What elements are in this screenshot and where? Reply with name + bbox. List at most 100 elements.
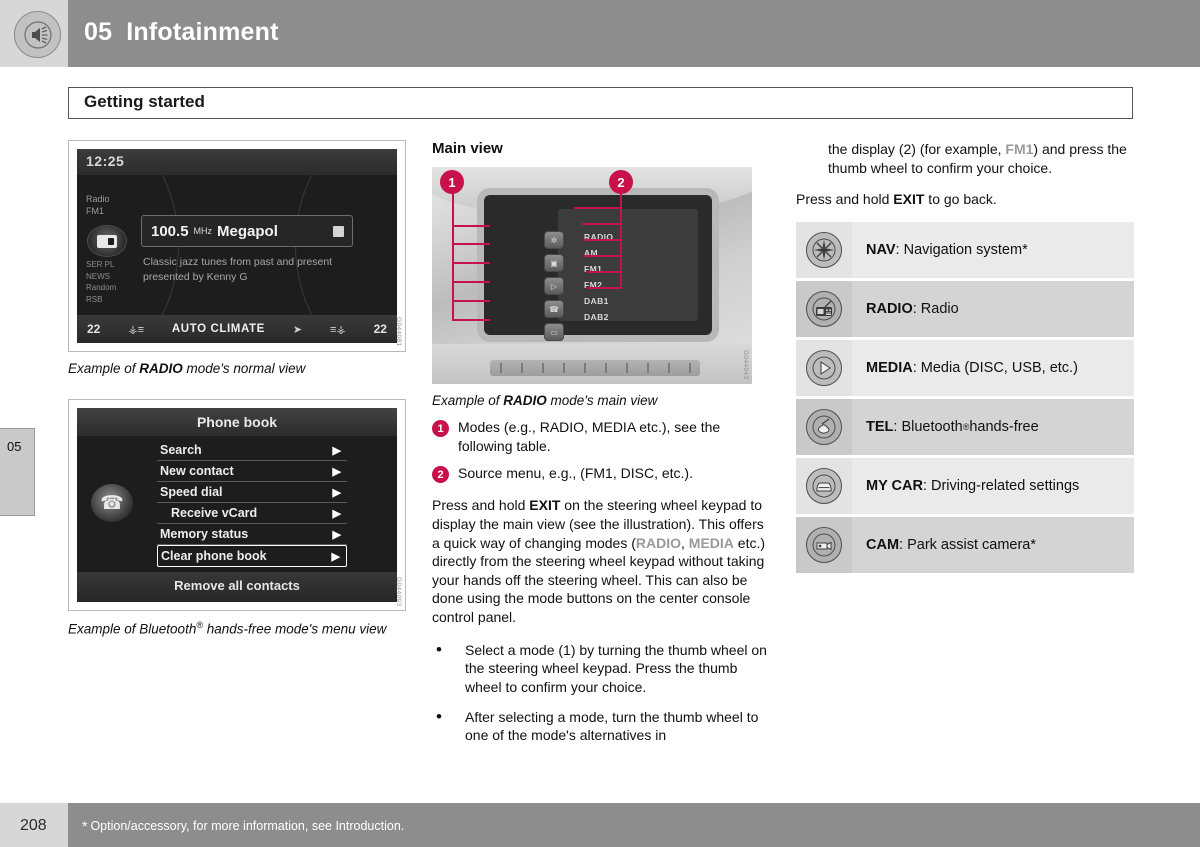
source-menu-item: DAB1 [584, 296, 609, 306]
table-cell-label: MY CAR: Driving-related settings [852, 457, 1134, 514]
park-camera-icon [806, 526, 842, 563]
leader-line [452, 243, 490, 245]
leader-line [452, 300, 490, 302]
figure-radio-normal-view: 12:25 Radio FM1 SER PL NEWS Random RSB 100.5… [68, 140, 406, 352]
figure-id-label: G044081 [395, 317, 402, 347]
table-cell-label: NAV: Navigation system* [852, 221, 1134, 278]
exit-keyword: EXIT [893, 191, 925, 208]
footer-note: * Option/accessory, for more information,… [82, 818, 404, 834]
mode-button-nav[interactable]: ✲ [544, 231, 564, 249]
climate-temp-right: 22 [373, 322, 387, 336]
figure-id-label: G044093 [395, 576, 402, 607]
list-item[interactable]: Memory status ▶ [157, 524, 347, 546]
station-unit: MHz [193, 226, 213, 236]
leader-line [587, 287, 622, 289]
mode-button-media[interactable]: ▷ [544, 277, 564, 295]
list-item[interactable]: Speed dial ▶ [157, 482, 347, 504]
table-cell-icon [796, 516, 852, 573]
list-item[interactable]: New contact ▶ [157, 461, 347, 483]
figure-id-label: G044043 [742, 350, 749, 380]
caption-post: mode's main view [546, 393, 658, 408]
chapter-number: 05 [84, 18, 113, 46]
table-cell-icon [796, 280, 852, 337]
mode-desc: : Media (DISC, USB, etc.) [912, 359, 1078, 376]
mode-desc: : Radio [912, 300, 959, 317]
source-menu-item: AM [584, 245, 613, 261]
numbered-item-text: Modes (e.g., RADIO, MEDIA etc.), see the… [458, 419, 721, 454]
table-row: MEDIA: Media (DISC, USB, etc.) [796, 339, 1134, 396]
chevron-right-icon: ▶ [332, 529, 341, 542]
table-cell-icon [796, 398, 852, 455]
bullet-item: After selecting a mode, turn the thumb w… [432, 705, 770, 745]
mode-button-radio[interactable]: ▣ [544, 254, 564, 272]
list-item-label: New contact [160, 464, 234, 479]
caption-pre: Example of Bluetooth [68, 621, 197, 637]
center-console-mock: ✲ ▣ ▷ ☎ ▭ ▤ RADIO AM FM1 FM2 DAB1 DAB2 [432, 167, 752, 384]
radio-icon [806, 290, 842, 327]
display-source-label: Radio FM1 [86, 194, 110, 217]
speaker-sound-icon [14, 11, 61, 58]
chevron-right-icon: ▶ [332, 445, 341, 458]
caption-post: hands-free mode's menu view [202, 621, 387, 637]
bullet-list: Select a mode (1) by turning the thumb w… [432, 639, 770, 745]
numbered-item-1: 1 Modes (e.g., RADIO, MEDIA etc.), see t… [432, 418, 770, 455]
mode-name: NAV [866, 241, 896, 258]
source-menu-item: FM2 [584, 280, 603, 290]
seat-heater-left-icon: ⚶≡ [128, 323, 145, 336]
main-paragraph: Press and hold EXIT on the steering whee… [432, 496, 770, 626]
leader-line [452, 262, 490, 264]
mode-button-mycar[interactable]: ▭ [544, 323, 564, 341]
phonebook-display-mock: Phone book ☎ Search ▶ New contact ▶ Speed … [77, 408, 397, 603]
bullet-item: Select a mode (1) by turning the thumb w… [432, 639, 770, 697]
console-screen: ✲ ▣ ▷ ☎ ▭ ▤ RADIO AM FM1 FM2 DAB1 DAB2 [484, 195, 712, 364]
mode-button-tel[interactable]: ☎ [544, 300, 564, 318]
chevron-right-icon: ▶ [332, 487, 341, 500]
climate-mode-label: AUTO CLIMATE [171, 323, 265, 335]
list-item-label: Receive vCard [171, 506, 258, 521]
list-item[interactable]: Receive vCard ▶ [157, 503, 347, 525]
display-mode-icon [87, 225, 127, 257]
exit-keyword: EXIT [529, 497, 561, 514]
caption-pre: Example of [432, 393, 504, 408]
table-row: NAV: Navigation system* [796, 221, 1134, 278]
list-item-label: Search [160, 443, 202, 458]
fm1-keyword: FM1 [1005, 141, 1034, 157]
table-cell-label: RADIO: Radio [852, 280, 1134, 337]
mode-desc: : Park assist camera* [899, 536, 1037, 553]
numbered-item-text: Source menu, e.g., (FM1, DISC, etc.). [458, 465, 693, 482]
table-row: CAM: Park assist camera* [796, 516, 1134, 573]
figure-caption-radio-normal: Example of RADIO mode's normal view [68, 361, 406, 377]
figure-phonebook-menu-view: Phone book ☎ Search ▶ New contact ▶ Speed … [68, 399, 406, 612]
figure-main-view: ✲ ▣ ▷ ☎ ▭ ▤ RADIO AM FM1 FM2 DAB1 DAB2 [432, 167, 770, 384]
climate-temp-left: 22 [87, 322, 101, 336]
column-center: Main view ✲ ▣ ▷ ☎ ▭ ▤ RADIO AM FM1 FM2 [432, 140, 770, 756]
list-item-selected[interactable]: Clear phone book ▶ [157, 545, 347, 568]
mode-table: NAV: Navigation system* RADIO: Radio ME… [796, 221, 1134, 573]
chevron-right-icon: ▶ [332, 466, 341, 479]
leader-line [587, 271, 622, 273]
numbered-item-2: 2 Source menu, e.g., (FM1, DISC, etc.). [432, 464, 770, 484]
mode-name: MY CAR [866, 477, 923, 494]
table-row: RADIO: Radio [796, 280, 1134, 337]
list-item[interactable]: Search ▶ [157, 440, 347, 462]
para-part: , [681, 534, 689, 551]
phonebook-footer-item: Remove all contacts [174, 578, 300, 594]
telephone-handset-icon [806, 408, 842, 445]
para-part: the display (2) (for example, [828, 141, 1006, 157]
caption-bold: RADIO [139, 361, 183, 376]
mode-desc-post: hands-free [969, 418, 1039, 435]
table-cell-label: TEL: Bluetooth ® hands-free [852, 398, 1134, 455]
media-play-icon [806, 349, 842, 386]
leader-line [582, 223, 622, 225]
radio-keyword: RADIO [635, 534, 682, 551]
table-cell-label: CAM: Park assist camera* [852, 516, 1134, 573]
source-menu-item-label: AM [584, 248, 599, 258]
console-vents [490, 360, 700, 376]
station-frequency: 100.5 [151, 222, 189, 240]
mode-name: TEL [866, 418, 894, 435]
phonebook-footer-band: Remove all contacts [77, 572, 397, 603]
column-left: 12:25 Radio FM1 SER PL NEWS Random RSB 100.5… [68, 140, 406, 638]
station-field: 100.5 MHz Megapol [141, 215, 353, 247]
side-tab-label: 05 [7, 439, 22, 454]
section-heading-box [68, 87, 1133, 119]
